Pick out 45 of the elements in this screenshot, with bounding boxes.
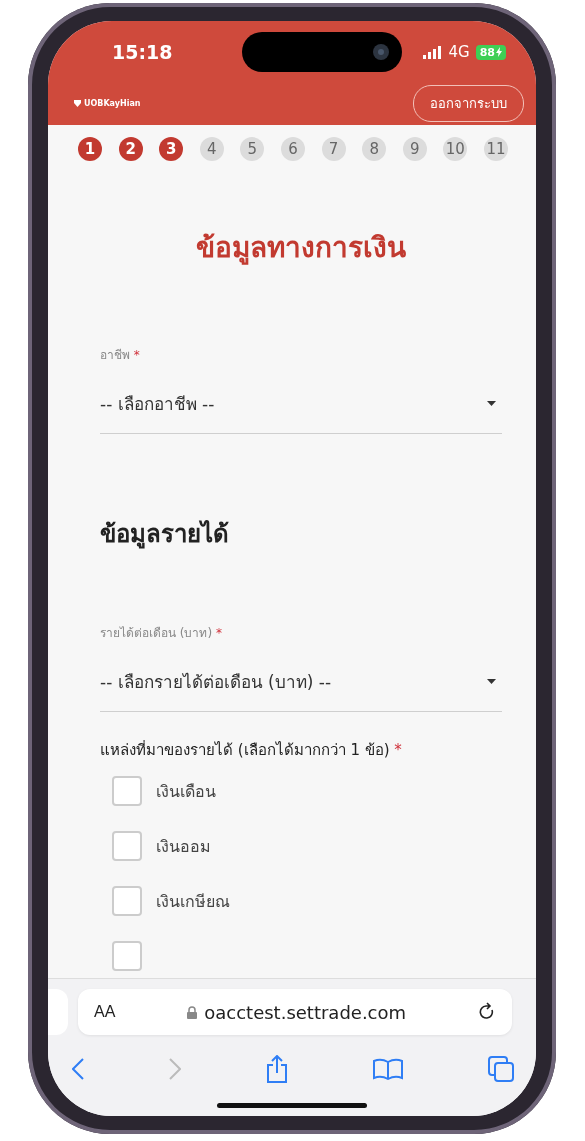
checkbox-label: เงินเกษียณ: [156, 890, 230, 913]
step-indicator: 4: [199, 137, 224, 161]
text-size-button[interactable]: AA: [94, 1003, 116, 1021]
book-icon[interactable]: [373, 1058, 403, 1080]
share-icon[interactable]: [266, 1055, 288, 1083]
step-indicator: 1: [78, 137, 102, 161]
url-text: oacctest.settrade.com: [204, 1001, 407, 1023]
address-bar[interactable]: AA oacctest.settrade.com: [78, 989, 512, 1035]
field-label: แหล่งที่มาของรายได้ (เลือกได้มากกว่า 1 ข้อ) *: [100, 739, 402, 761]
network-label: 4G: [448, 43, 470, 61]
step-indicator: 10: [443, 137, 468, 161]
checkbox[interactable]: [112, 776, 142, 806]
section-heading: ข้อมูลรายได้: [100, 519, 229, 551]
forward-icon[interactable]: [169, 1058, 181, 1080]
reload-icon[interactable]: [478, 1002, 496, 1022]
field-label: รายได้ต่อเดือน (บาท) *: [100, 625, 222, 642]
select-field[interactable]: -- เลือกรายได้ต่อเดือน (บาท) --: [100, 668, 502, 712]
logout-button[interactable]: ออกจากระบบ: [413, 84, 524, 122]
back-icon[interactable]: [72, 1058, 84, 1080]
lock-icon: [187, 1005, 198, 1019]
checkbox[interactable]: [112, 941, 142, 971]
tab-preview[interactable]: [48, 989, 68, 1035]
step-indicator: 11: [483, 137, 508, 161]
brand-logo: UOBKayHian: [74, 98, 141, 108]
checkbox[interactable]: [112, 886, 142, 916]
field-label: อาชีพ *: [100, 347, 140, 364]
signal-icon: [422, 45, 443, 59]
camera-icon: [372, 43, 390, 61]
step-indicator: 6: [280, 137, 305, 161]
caret-icon: [487, 401, 496, 406]
select-field[interactable]: -- เลือกอาชีพ --: [100, 390, 502, 434]
page-title: ข้อมูลทางการเงิน: [195, 230, 407, 267]
checkbox-label: เงินออม: [156, 835, 211, 858]
step-indicator: 8: [362, 137, 387, 161]
battery-indicator: 88: [475, 44, 506, 60]
step-indicator: 2: [118, 137, 143, 161]
step-indicator: 5: [240, 137, 265, 161]
checkbox[interactable]: [112, 831, 142, 861]
step-indicator: 3: [159, 137, 184, 161]
checkbox-label: เงินเดือน: [156, 780, 216, 803]
step-indicator: 7: [321, 137, 346, 161]
caret-icon: [487, 679, 496, 684]
tabs-icon[interactable]: [488, 1056, 514, 1082]
status-time: 15:18: [112, 41, 174, 63]
step-indicator: 9: [402, 137, 427, 161]
